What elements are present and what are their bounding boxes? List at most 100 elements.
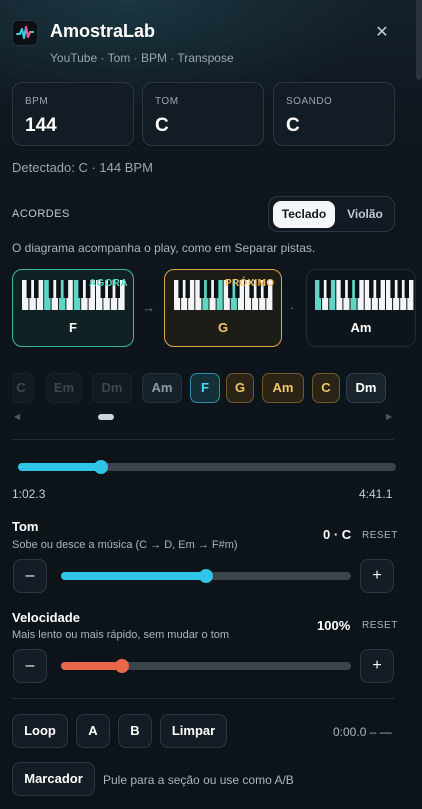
divider — [12, 698, 394, 699]
keyboard-diagram — [315, 280, 414, 310]
view-guitar-option[interactable]: Violão — [339, 201, 391, 228]
tom-increase-button[interactable]: + — [360, 559, 394, 593]
chord-chip-current[interactable]: F — [190, 373, 220, 403]
bpm-label: BPM — [25, 96, 49, 107]
chord-chip[interactable]: Dm — [92, 373, 132, 403]
playback-fill — [18, 463, 101, 471]
chord-card-next[interactable]: PRÓXIMO G — [164, 269, 282, 347]
tom-label: TOM — [155, 96, 179, 107]
separator-dot: · — [290, 300, 295, 315]
loop-range: 0:00.0 – — — [333, 725, 392, 739]
black-key — [199, 280, 205, 298]
chords-section-label: ACORDES — [12, 208, 70, 220]
black-key — [347, 280, 353, 298]
speed-slider-fill — [61, 662, 122, 670]
soando-card: SOANDO C — [273, 82, 395, 146]
app-title: AmostraLab — [50, 21, 156, 41]
speed-desc: Mais lento ou mais rápido, sem mudar o t… — [12, 629, 230, 641]
tom-value-readout: 0 · C — [323, 527, 352, 542]
stats-row: BPM 144 TOM C SOANDO C — [12, 82, 396, 146]
speed-reset-button[interactable]: RESET — [362, 620, 398, 631]
black-key — [397, 280, 402, 298]
total-time: 4:41.1 — [359, 487, 393, 501]
black-key — [48, 280, 54, 298]
detected-info: Detectado: C · 144 BPM — [12, 160, 153, 175]
chord-chip[interactable]: Am — [142, 373, 182, 403]
arrow-right-icon: → — [142, 300, 155, 315]
tom-card: TOM C — [142, 82, 264, 146]
black-key — [326, 280, 331, 298]
chord-card-later[interactable]: Am — [306, 269, 416, 347]
tom-value: C — [155, 115, 169, 136]
soando-label: SOANDO — [286, 96, 333, 107]
chords-hint: O diagrama acompanha o play, como em Sep… — [12, 241, 316, 255]
bpm-card: BPM 144 — [12, 82, 134, 146]
panel-scrollbar[interactable] — [416, 0, 422, 80]
chord-chip[interactable]: C — [312, 373, 340, 403]
speed-slider-handle[interactable] — [115, 659, 129, 673]
playback-slider[interactable] — [18, 460, 396, 474]
black-key — [340, 280, 346, 298]
loop-clear-button[interactable]: Limpar — [160, 714, 227, 748]
loop-button[interactable]: Loop — [12, 714, 68, 748]
soando-value: C — [286, 115, 300, 136]
bpm-value: 144 — [25, 115, 57, 136]
black-key — [63, 280, 69, 298]
tom-decrease-button[interactable]: – — [13, 559, 47, 593]
scroll-left-icon[interactable]: ◀ — [14, 412, 20, 421]
black-key — [369, 280, 374, 298]
chord-chip[interactable]: Am — [262, 373, 304, 403]
black-key — [404, 280, 410, 298]
amostralab-panel: AmostraLab YouTube · Tom · BPM · Transpo… — [0, 0, 422, 809]
loop-a-button[interactable]: A — [76, 714, 110, 748]
marker-button[interactable]: Marcador — [12, 762, 95, 796]
speed-slider[interactable] — [61, 659, 351, 673]
close-icon[interactable]: ✕ — [370, 20, 394, 44]
marker-hint: Pule para a seção ou use como A/B — [103, 773, 294, 787]
chord-sequence: C Em Dm Am F G Am C Dm — [12, 373, 400, 403]
tom-desc: Sobe ou desce a música (C → D, Em → F#m) — [12, 539, 238, 551]
black-key — [213, 280, 219, 298]
playback-handle[interactable] — [94, 460, 108, 474]
app-subtitle: YouTube · Tom · BPM · Transpose — [50, 51, 234, 65]
waveform-icon — [12, 20, 38, 46]
scroll-right-icon[interactable]: ▶ — [386, 412, 392, 421]
black-key — [26, 280, 32, 298]
next-chord-name: G — [217, 320, 229, 335]
chord-chip[interactable]: Em — [46, 373, 82, 403]
tom-slider-fill — [61, 572, 206, 580]
chord-card-now[interactable]: AGORA F — [12, 269, 134, 347]
view-keyboard-option[interactable]: Teclado — [273, 201, 335, 228]
tom-slider-handle[interactable] — [199, 569, 213, 583]
black-key — [56, 280, 61, 298]
speed-decrease-button[interactable]: – — [13, 649, 47, 683]
black-key — [33, 280, 39, 298]
black-key — [376, 280, 381, 298]
next-tag: PRÓXIMO — [225, 278, 275, 289]
speed-title: Velocidade — [12, 610, 80, 625]
speed-value-readout: 100% — [317, 618, 351, 633]
loop-b-button[interactable]: B — [118, 714, 152, 748]
chord-scroll-thumb[interactable] — [98, 414, 114, 420]
chord-chip-next[interactable]: G — [226, 373, 254, 403]
now-tag: AGORA — [89, 278, 128, 289]
later-chord-name: Am — [350, 320, 372, 335]
current-time: 1:02.3 — [12, 487, 46, 501]
black-key — [78, 280, 83, 298]
black-key — [354, 280, 360, 298]
panel-header: AmostraLab YouTube · Tom · BPM · Transpo… — [12, 18, 400, 70]
tom-reset-button[interactable]: RESET — [362, 530, 398, 541]
black-key — [185, 280, 190, 298]
divider — [12, 439, 394, 440]
black-key — [206, 280, 212, 298]
black-key — [319, 280, 324, 298]
speed-increase-button[interactable]: + — [360, 649, 394, 683]
now-chord-name: F — [69, 320, 77, 335]
tom-title: Tom — [12, 519, 39, 534]
chord-chip[interactable]: C — [12, 373, 34, 403]
black-key — [178, 280, 183, 298]
chord-view-toggle: Teclado Violão — [268, 196, 395, 232]
chord-chip[interactable]: Dm — [346, 373, 386, 403]
tom-slider[interactable] — [61, 569, 351, 583]
black-key — [390, 280, 395, 298]
